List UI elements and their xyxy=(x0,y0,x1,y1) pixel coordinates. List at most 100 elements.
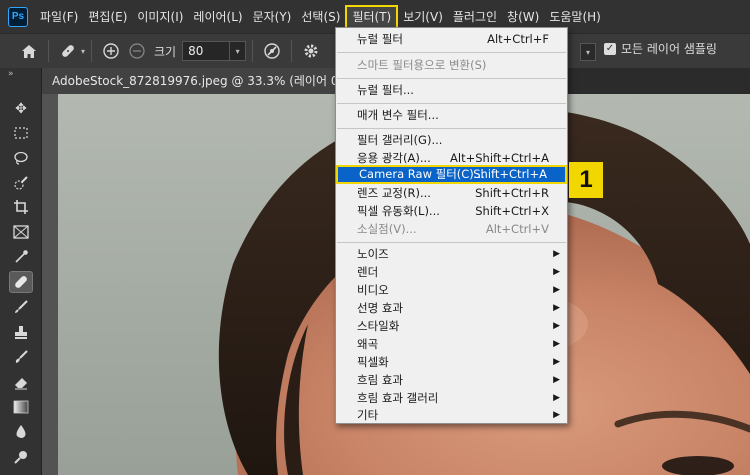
menu-item-noise[interactable]: 노이즈 ▶ xyxy=(336,245,567,264)
menu-item-label: 픽셀 유동화(L)... xyxy=(357,204,440,218)
eyedropper-tool-icon[interactable] xyxy=(9,246,33,268)
shortcut-label: Shift+Ctrl+A xyxy=(473,167,547,181)
menu-item-pixelate[interactable]: 픽셀화 ▶ xyxy=(336,353,567,372)
menu-item-render[interactable]: 렌더 ▶ xyxy=(336,263,567,282)
clone-stamp-tool-icon[interactable] xyxy=(9,321,33,343)
menu-item-blur[interactable]: 흐림 효과 ▶ xyxy=(336,371,567,390)
menu-item-label: 흐림 효과 갤러리 xyxy=(357,391,439,405)
menu-item-label: Camera Raw 필터(C)... xyxy=(359,167,485,181)
menu-item-video[interactable]: 비디오 ▶ xyxy=(336,281,567,300)
mode-subtract-icon[interactable] xyxy=(124,39,150,63)
menu-view[interactable]: 보기(V) xyxy=(398,5,448,29)
menu-item-label: 노이즈 xyxy=(357,247,389,261)
menu-separator xyxy=(337,103,566,104)
menu-item-distort[interactable]: 왜곡 ▶ xyxy=(336,335,567,354)
menu-edit[interactable]: 편집(E) xyxy=(83,5,132,29)
size-dropdown-arrow-icon[interactable]: ▾ xyxy=(230,41,247,61)
eraser-tool-icon[interactable] xyxy=(9,371,33,393)
history-brush-tool-icon[interactable] xyxy=(9,346,33,368)
shortcut-label: Alt+Ctrl+V xyxy=(485,222,549,236)
shortcut-label: Shift+Ctrl+R xyxy=(475,186,549,200)
sample-all-label: 모든 레이어 샘플링 xyxy=(621,42,717,56)
gradient-tool-icon[interactable] xyxy=(9,396,33,418)
divider xyxy=(48,40,49,62)
dodge-tool-icon[interactable] xyxy=(9,446,33,468)
healing-brush-preset-icon[interactable] xyxy=(55,39,81,63)
sample-all-layers-checkbox[interactable]: ✓ 모든 레이어 샘플링 xyxy=(604,40,717,57)
checkmark-icon: ✓ xyxy=(604,42,616,55)
menu-item-camera-raw-filter[interactable]: Camera Raw 필터(C)... Shift+Ctrl+A xyxy=(336,165,567,184)
size-input[interactable]: 80 xyxy=(182,41,231,61)
home-icon[interactable] xyxy=(16,39,42,63)
menu-file[interactable]: 파일(F) xyxy=(35,5,83,29)
submenu-arrow-icon: ▶ xyxy=(553,410,560,420)
divider xyxy=(252,40,254,62)
menu-item-neural-filters[interactable]: 뉴럴 필터... xyxy=(336,81,567,100)
toolbox-collapse-icon[interactable]: » xyxy=(8,69,14,79)
marquee-tool-icon[interactable] xyxy=(9,122,33,144)
frame-tool-icon[interactable] xyxy=(9,221,33,243)
blur-tool-icon[interactable] xyxy=(9,421,33,443)
move-tool-icon[interactable]: ✥ xyxy=(9,98,33,120)
sample-dropdown-arrow-icon[interactable]: ▾ xyxy=(580,43,596,61)
menu-item-neural-filter-last[interactable]: 뉴럴 필터 Alt+Ctrl+F xyxy=(336,30,567,49)
menu-separator xyxy=(337,52,566,53)
submenu-arrow-icon: ▶ xyxy=(553,267,560,277)
menu-item-label: 기타 xyxy=(357,408,379,422)
menu-separator xyxy=(337,242,566,243)
menu-item-label: 스타일화 xyxy=(357,319,400,333)
menu-separator xyxy=(337,78,566,79)
brush-tool-icon[interactable] xyxy=(9,296,33,318)
mode-add-icon[interactable] xyxy=(98,39,124,63)
menu-select[interactable]: 선택(S) xyxy=(296,5,345,29)
menu-layer[interactable]: 레이어(L) xyxy=(188,5,247,29)
quick-selection-tool-icon[interactable] xyxy=(9,172,33,194)
document-tab[interactable]: AdobeStock_872819976.jpeg @ 33.3% (레이어 0… xyxy=(42,68,342,94)
menu-help[interactable]: 도움말(H) xyxy=(544,5,606,29)
menu-window[interactable]: 창(W) xyxy=(502,5,544,29)
gear-icon[interactable] xyxy=(298,39,324,63)
crop-tool-icon[interactable] xyxy=(9,196,33,218)
submenu-arrow-icon: ▶ xyxy=(553,339,560,349)
menu-type[interactable]: 문자(Y) xyxy=(248,5,297,29)
preset-dropdown-arrow-icon[interactable]: ▾ xyxy=(81,47,85,56)
lasso-tool-icon[interactable] xyxy=(9,147,33,169)
filter-menu-dropdown: 뉴럴 필터 Alt+Ctrl+F 스마트 필터용으로 변환(S) 뉴럴 필터...… xyxy=(335,27,568,424)
menu-item-label: 흐림 효과 xyxy=(357,373,403,387)
divider xyxy=(291,40,293,62)
menu-item-label: 응용 광각(A)... xyxy=(357,151,431,165)
menu-item-label: 매개 변수 필터... xyxy=(357,108,439,122)
menu-item-vanishing-point[interactable]: 소실점(V)... Alt+Ctrl+V xyxy=(336,220,567,239)
shortcut-label: Alt+Ctrl+F xyxy=(487,32,549,46)
menu-item-label: 필터 갤러리(G)... xyxy=(357,133,443,147)
menu-item-lens-correction[interactable]: 렌즈 교정(R)... Shift+Ctrl+R xyxy=(336,184,567,203)
menu-item-convert-smart-filters[interactable]: 스마트 필터용으로 변환(S) xyxy=(336,56,567,75)
menu-item-label: 스마트 필터용으로 변환(S) xyxy=(357,58,487,72)
size-label: 크기 xyxy=(154,44,177,59)
submenu-arrow-icon: ▶ xyxy=(553,285,560,295)
menu-item-label: 선명 효과 xyxy=(357,301,403,315)
menu-item-sharpen[interactable]: 선명 효과 ▶ xyxy=(336,299,567,318)
spot-healing-brush-tool-icon[interactable] xyxy=(9,271,33,293)
menu-item-other[interactable]: 기타 ▶ xyxy=(336,406,567,425)
submenu-arrow-icon: ▶ xyxy=(553,303,560,313)
menu-item-label: 뉴럴 필터 xyxy=(357,32,403,46)
menu-item-label: 왜곡 xyxy=(357,337,379,351)
shortcut-label: Shift+Ctrl+X xyxy=(475,204,549,218)
menu-item-label: 픽셀화 xyxy=(357,355,389,369)
menu-image[interactable]: 이미지(I) xyxy=(132,5,188,29)
submenu-arrow-icon: ▶ xyxy=(553,321,560,331)
menu-item-filter-gallery[interactable]: 필터 갤러리(G)... xyxy=(336,131,567,150)
menu-item-label: 렌즈 교정(R)... xyxy=(357,186,431,200)
menu-item-liquify[interactable]: 픽셀 유동화(L)... Shift+Ctrl+X xyxy=(336,202,567,221)
toolbox: » ✥ xyxy=(0,68,42,475)
photoshop-logo-icon[interactable]: Ps xyxy=(8,6,28,27)
menu-plugins[interactable]: 플러그인 xyxy=(448,5,502,29)
submenu-arrow-icon: ▶ xyxy=(553,249,560,259)
menu-item-label: 소실점(V)... xyxy=(357,222,417,236)
menu-item-label: 렌더 xyxy=(357,265,379,279)
pressure-icon[interactable] xyxy=(259,39,285,63)
menu-filter[interactable]: 필터(T) xyxy=(345,4,399,29)
menu-item-parametric-filters[interactable]: 매개 변수 필터... xyxy=(336,106,567,125)
menu-item-stylize[interactable]: 스타일화 ▶ xyxy=(336,317,567,336)
